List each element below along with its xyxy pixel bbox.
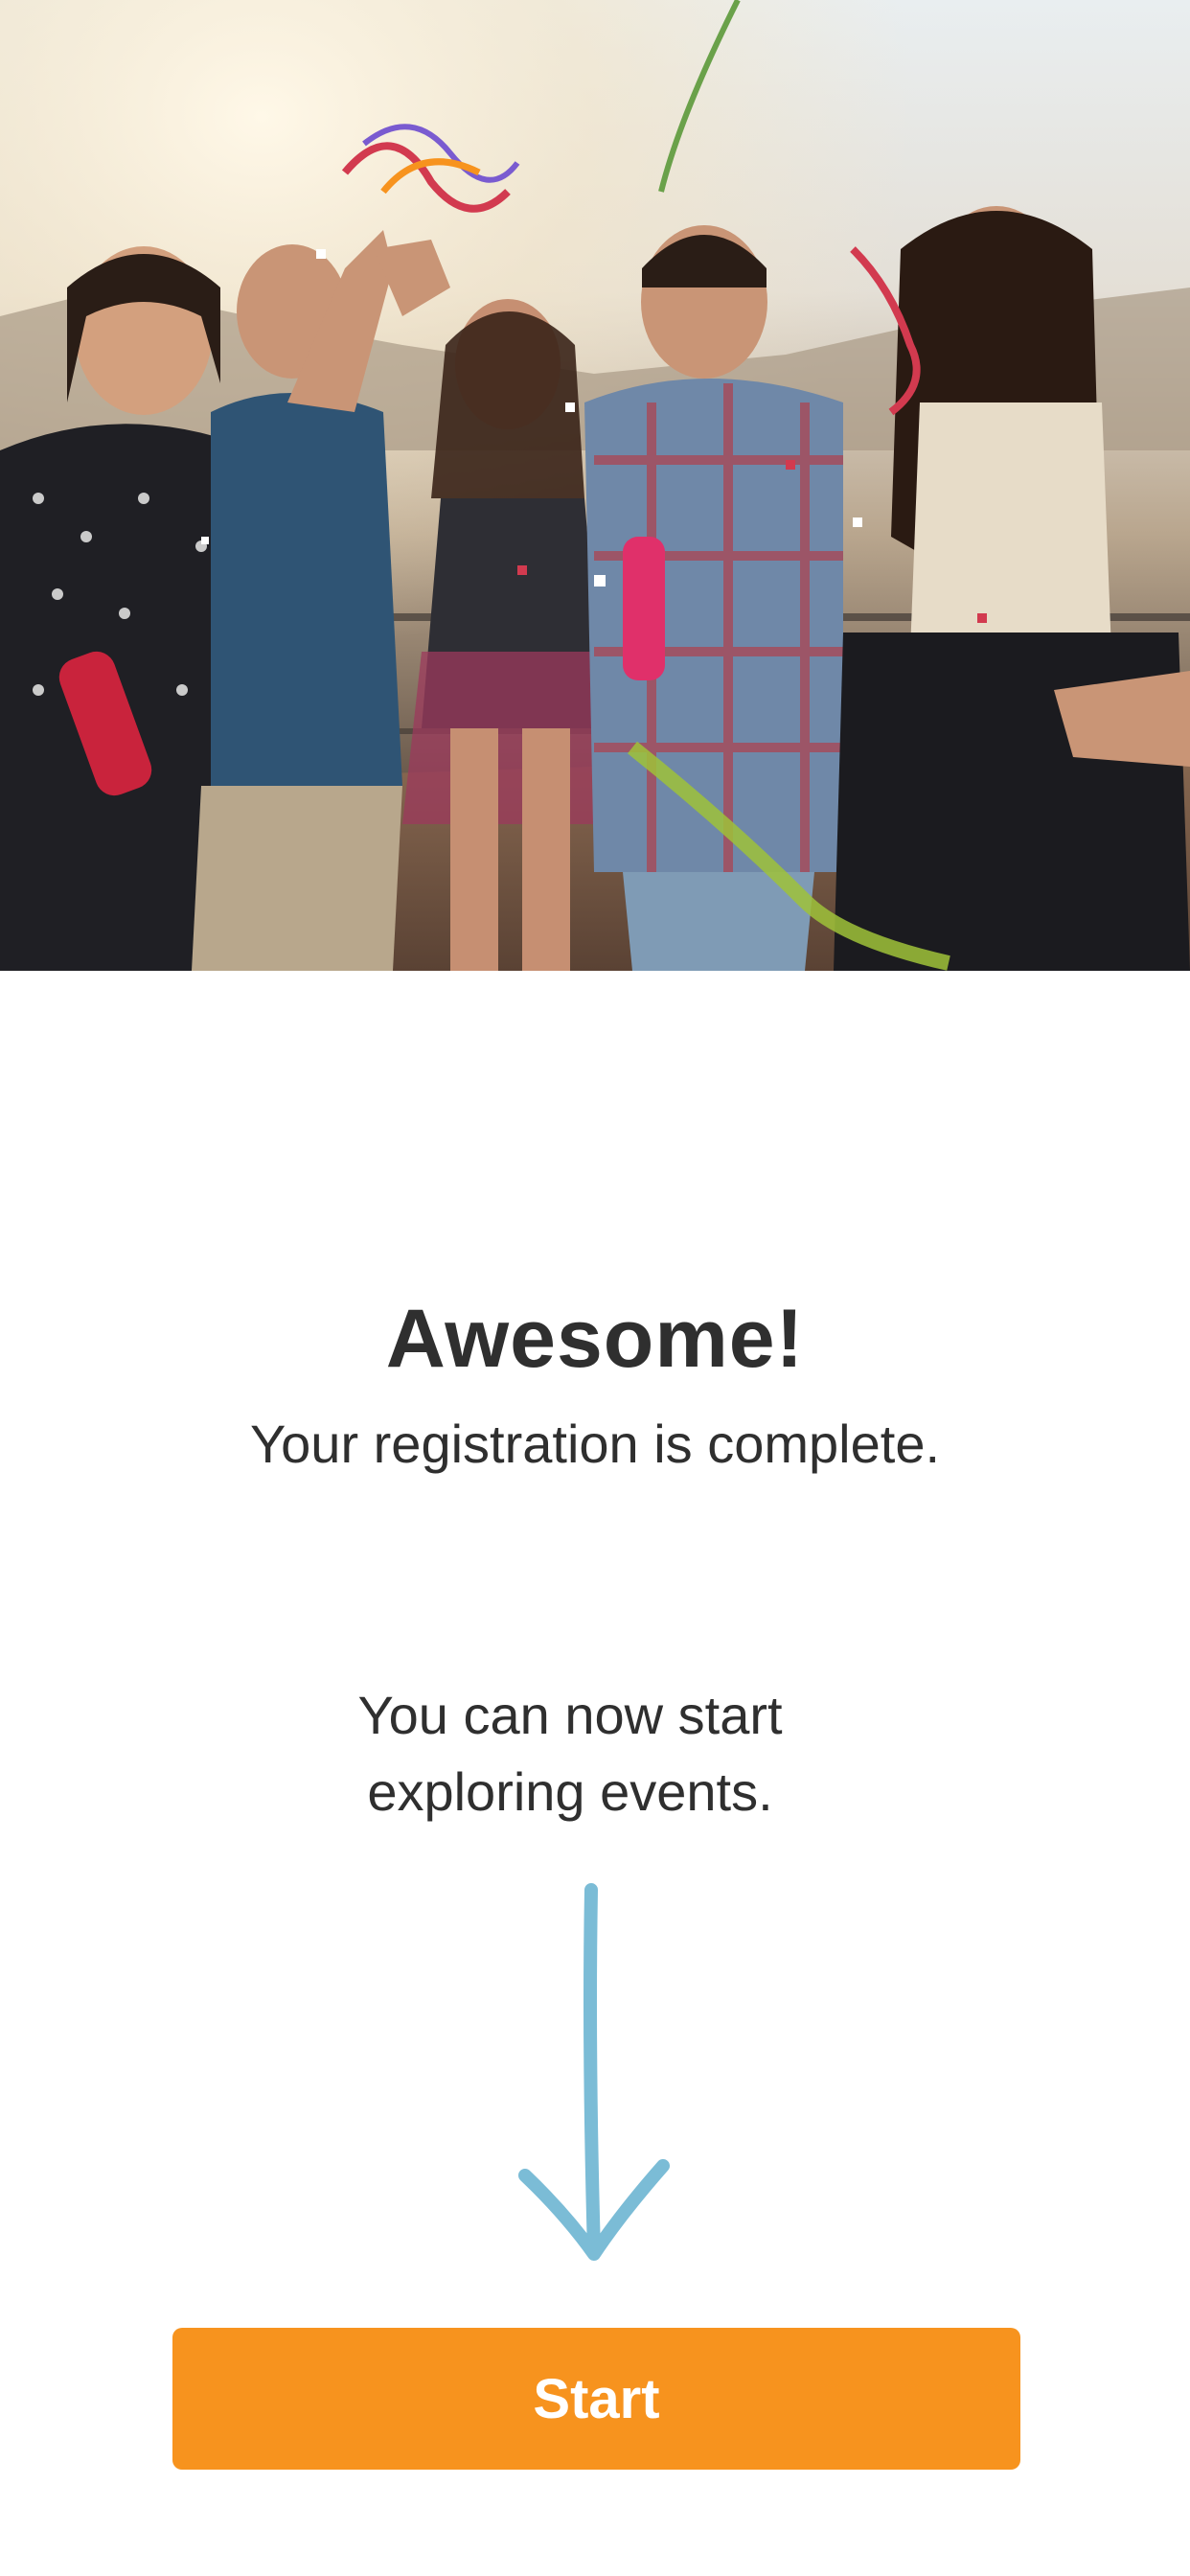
headline: Awesome! [385,1293,805,1385]
start-button[interactable]: Start [172,2328,1020,2470]
body-message: You can now start exploring events. [287,1677,853,1830]
arrow-down-icon [518,1883,670,2261]
hero-image [0,0,1190,971]
party-photo-illustration [0,0,1190,971]
subheadline: Your registration is complete. [249,1414,941,1474]
body-line-1: You can now start [357,1685,783,1745]
body-line-2: exploring events. [367,1761,773,1822]
